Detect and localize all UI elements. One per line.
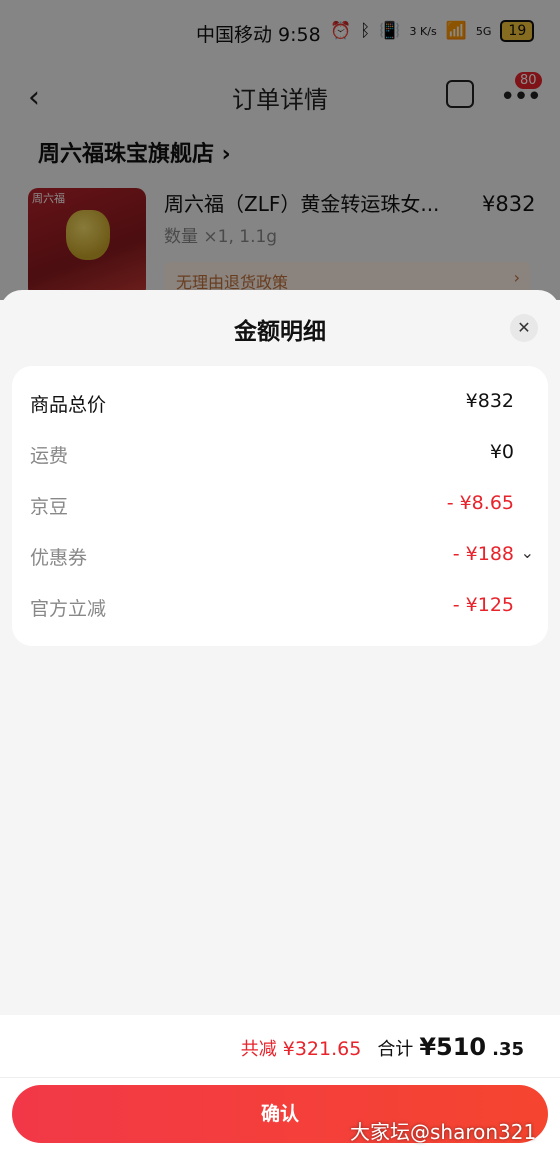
row-subtotal: 商品总价 ¥832 xyxy=(12,384,548,424)
row-value: - ¥8.65 xyxy=(446,492,514,514)
row-value: - ¥125 xyxy=(452,594,514,616)
dim-overlay[interactable] xyxy=(0,0,560,300)
row-shipping: 运费 ¥0 xyxy=(12,435,548,475)
row-label: 商品总价 xyxy=(30,394,107,416)
sheet-title: 金额明细 xyxy=(234,319,326,345)
sum-label: 合计 xyxy=(377,1039,414,1060)
row-coupon[interactable]: 优惠券 - ¥188 ⌄ xyxy=(12,537,548,577)
row-official-discount: 官方立减 - ¥125 xyxy=(12,588,548,628)
row-label: 京豆 xyxy=(30,496,69,518)
sum-decimal: .35 xyxy=(492,1039,524,1060)
chevron-down-icon[interactable]: ⌄ xyxy=(521,543,534,562)
row-value: - ¥188 xyxy=(452,543,514,565)
watermark: 大家坛@sharon321 xyxy=(350,1120,537,1144)
row-label: 优惠券 xyxy=(30,547,88,569)
divider xyxy=(0,1077,560,1078)
amount-card: 商品总价 ¥832 运费 ¥0 京豆 - ¥8.65 优惠券 - ¥188 ⌄ … xyxy=(12,366,548,646)
sum-value: ¥510 xyxy=(419,1033,487,1061)
row-label: 官方立减 xyxy=(30,598,107,620)
saved-value: ¥321.65 xyxy=(282,1038,362,1060)
total-line: 共减 ¥321.65 合计 ¥510.35 xyxy=(241,1033,524,1061)
row-label: 运费 xyxy=(30,445,69,467)
row-value: ¥0 xyxy=(489,441,514,463)
saved-label: 共减 xyxy=(240,1039,277,1060)
row-value: ¥832 xyxy=(465,390,514,412)
close-button[interactable]: ✕ xyxy=(510,314,538,342)
row-jingdou: 京豆 - ¥8.65 xyxy=(12,486,548,526)
